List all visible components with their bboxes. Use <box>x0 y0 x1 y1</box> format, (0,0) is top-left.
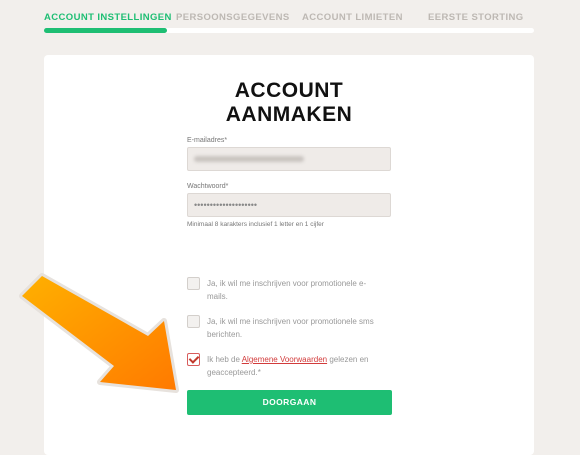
password-hint: Minimaal 8 karakters inclusief 1 letter … <box>187 221 324 228</box>
email-value-blurred <box>194 156 304 162</box>
continue-button[interactable]: DOORGAAN <box>187 390 392 415</box>
step-eerste-storting[interactable]: EERSTE STORTING <box>428 12 524 23</box>
email-field[interactable] <box>187 147 391 171</box>
terms-text-before: Ik heb de <box>207 355 242 364</box>
terms-text: Ik heb de Algemene Voorwaarden gelezen e… <box>207 353 387 379</box>
terms-link[interactable]: Algemene Voorwaarden <box>242 355 327 364</box>
promo-email-text: Ja, ik wil me inschrijven voor promotion… <box>207 279 367 301</box>
arrow-icon <box>19 273 179 393</box>
step-account-limieten[interactable]: ACCOUNT LIMIETEN <box>302 12 403 23</box>
promo-sms-text: Ja, ik wil me inschrijven voor promotion… <box>207 317 374 339</box>
password-field[interactable]: •••••••••••••••••••• <box>187 193 391 217</box>
